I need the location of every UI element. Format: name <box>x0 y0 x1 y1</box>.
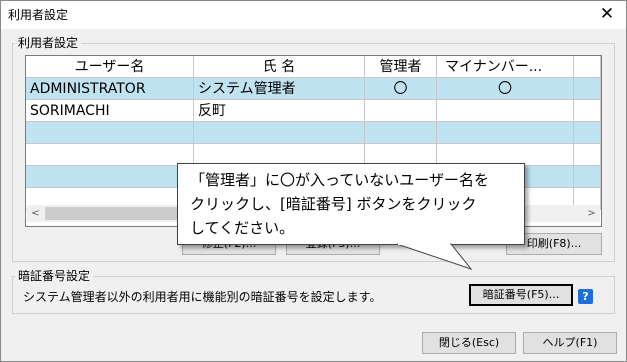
empty-row <box>26 122 601 144</box>
pin-description: システム管理者以外の利用者用に機能別の暗証番号を設定します。 <box>23 290 382 304</box>
column-header-admin[interactable]: 管理者 <box>365 56 437 78</box>
scroll-right-icon[interactable]: > <box>583 205 600 222</box>
pin-settings-group-label: 暗証番号設定 <box>15 269 94 283</box>
callout-line-1: 「管理者」に〇が入っていないユーザー名を <box>190 171 489 189</box>
table-row-selected[interactable]: SORIMACHI 反町 <box>26 100 601 122</box>
column-header-user-name[interactable]: ユーザー名 <box>26 56 194 78</box>
instruction-callout: 「管理者」に〇が入っていないユーザー名を クリックし、[暗証番号] ボタンをクリ… <box>177 163 525 245</box>
callout-line-2: クリックし、[暗証番号] ボタンをクリック <box>190 195 477 213</box>
scroll-left-icon[interactable]: < <box>27 205 44 222</box>
cell-filler <box>574 100 601 122</box>
cell-user-name: SORIMACHI <box>26 100 194 122</box>
cell-admin <box>365 100 437 122</box>
help-icon[interactable]: ? <box>578 289 593 304</box>
cell-admin: 〇 <box>365 78 437 100</box>
window-title: 利用者設定 <box>8 8 69 22</box>
close-button[interactable]: 閉じる(Esc) <box>422 332 516 354</box>
cell-full-name: 反町 <box>194 100 365 122</box>
user-settings-window: 利用者設定 ✕ 利用者設定 ユーザー名 氏 名 管理者 マイナンバー... AD… <box>0 0 627 362</box>
column-header-mynumber[interactable]: マイナンバー... <box>437 56 574 78</box>
column-header-filler <box>574 56 601 78</box>
cell-user-name: ADMINISTRATOR <box>26 78 194 100</box>
user-settings-group-label: 利用者設定 <box>15 36 82 50</box>
cell-mynumber <box>437 100 574 122</box>
pin-button[interactable]: 暗証番号(F5)... <box>469 284 573 306</box>
cell-full-name: システム管理者 <box>194 78 365 100</box>
table-row[interactable]: ADMINISTRATOR システム管理者 〇 〇 <box>26 78 601 100</box>
column-header-full-name[interactable]: 氏 名 <box>194 56 365 78</box>
close-window-icon[interactable]: ✕ <box>596 3 618 25</box>
help-button[interactable]: ヘルプ(F1) <box>523 332 617 354</box>
title-bar: 利用者設定 ✕ <box>1 1 626 29</box>
callout-line-3: してください。 <box>190 219 295 237</box>
cell-filler <box>574 78 601 100</box>
cell-mynumber: 〇 <box>437 78 574 100</box>
